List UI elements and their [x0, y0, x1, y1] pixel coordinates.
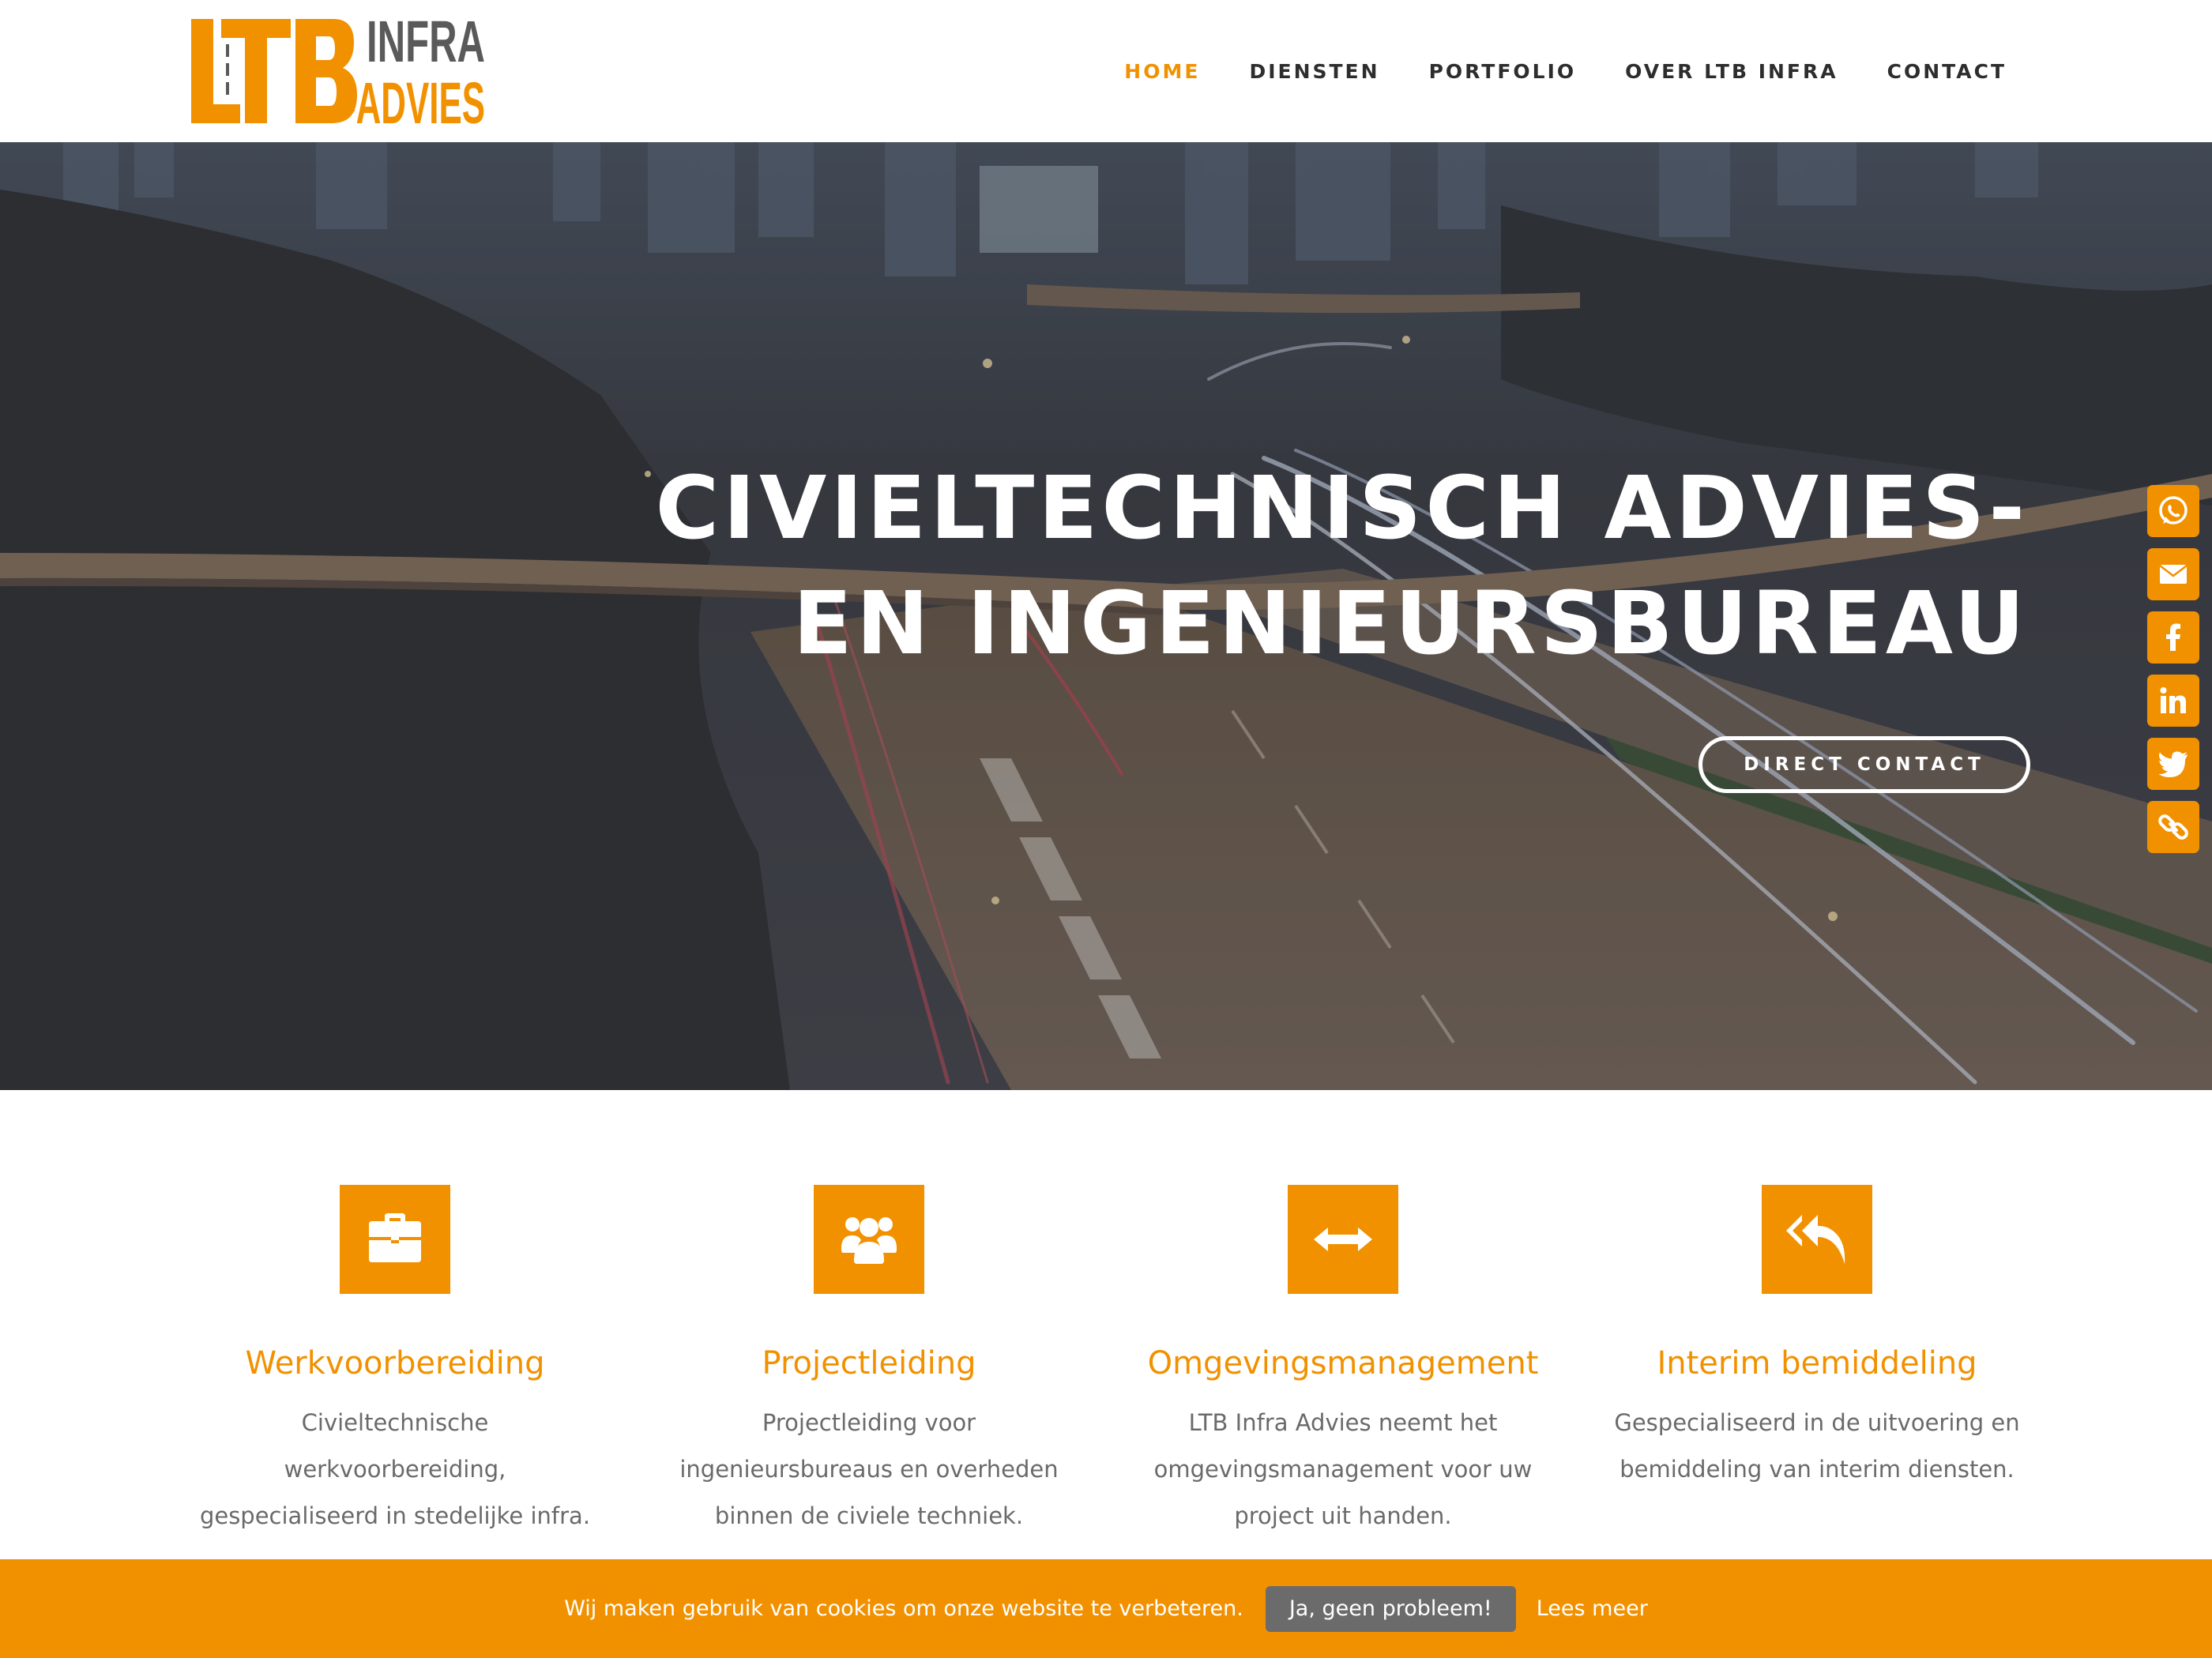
- whatsapp-icon: [2159, 496, 2188, 524]
- service-description-line: werkvoorbereiding,: [284, 1456, 506, 1483]
- link-icon: [2158, 814, 2188, 840]
- service-description-line: project uit handen.: [1234, 1502, 1452, 1529]
- service-description-line: Gespecialiseerd in de uitvoering en: [1614, 1409, 2020, 1436]
- service-description-line: Projectleiding voor: [762, 1409, 976, 1436]
- service-description-line: gespecialiseerd in stedelijke infra.: [199, 1502, 591, 1529]
- nav-over-ltb-infra[interactable]: OVER LTB INFRA: [1625, 60, 1838, 83]
- service-description: Gespecialiseerd in de uitvoering en bemi…: [1612, 1400, 2022, 1493]
- service-description: LTB Infra Advies neemt het omgevingsmana…: [1138, 1400, 1548, 1540]
- hero-heading-line-1: CIVIELTECHNISCH ADVIES-: [655, 457, 2029, 558]
- users-icon: [841, 1217, 897, 1264]
- cookie-consent-bar: Wij maken gebruik van cookies om onze we…: [0, 1559, 2212, 1658]
- nav-diensten[interactable]: DIENSTEN: [1249, 60, 1379, 83]
- email-icon: [2159, 565, 2188, 584]
- reply-all-icon: [1786, 1215, 1845, 1264]
- briefcase-icon: [369, 1213, 421, 1262]
- facebook-icon: [2166, 623, 2180, 651]
- arrows-horizontal-icon: [1314, 1228, 1372, 1251]
- service-projectleiding: Projectleiding Projectleiding voor ingen…: [664, 1185, 1074, 1540]
- linkedin-icon: [2160, 687, 2186, 713]
- social-share-bar: [2147, 485, 2199, 864]
- hero-heading: CIVIELTECHNISCH ADVIES- EN INGENIEURSBUR…: [655, 450, 2029, 681]
- services-section: Werkvoorbereiding Civieltechnische werkv…: [0, 1090, 2212, 1556]
- cookie-message: Wij maken gebruik van cookies om onze we…: [564, 1596, 1243, 1621]
- main-nav: HOME DIENSTEN PORTFOLIO OVER LTB INFRA C…: [1075, 0, 2007, 142]
- cookie-read-more-link[interactable]: Lees meer: [1537, 1596, 1648, 1621]
- logo-infra-text: INFRA: [367, 16, 485, 74]
- service-title: Omgevingsmanagement: [1147, 1345, 1539, 1382]
- service-description: Civieltechnische werkvoorbereiding, gesp…: [190, 1400, 600, 1540]
- site-header: INFRA -ADVIES HOME DIENSTEN PORTFOLIO OV…: [0, 0, 2212, 142]
- ltb-infra-advies-logo[interactable]: INFRA -ADVIES: [190, 16, 490, 126]
- share-facebook-button[interactable]: [2147, 611, 2199, 664]
- logo-advies-text: -ADVIES: [344, 70, 485, 126]
- cookie-accept-button[interactable]: Ja, geen probleem!: [1265, 1585, 1516, 1632]
- service-title: Werkvoorbereiding: [245, 1345, 545, 1382]
- service-description: Projectleiding voor ingenieursbureaus en…: [664, 1400, 1074, 1540]
- nav-contact[interactable]: CONTACT: [1887, 60, 2007, 83]
- service-description-line: LTB Infra Advies neemt het: [1188, 1409, 1498, 1436]
- service-description-line: Civieltechnische: [301, 1409, 489, 1436]
- nav-home[interactable]: HOME: [1124, 60, 1200, 83]
- service-icon-tile: [340, 1185, 450, 1294]
- service-description-line: omgevingsmanagement voor uw: [1153, 1456, 1533, 1483]
- service-icon-tile: [1762, 1185, 1872, 1294]
- share-whatsapp-button[interactable]: [2147, 485, 2199, 537]
- service-interim-bemiddeling: Interim bemiddeling Gespecialiseerd in d…: [1612, 1185, 2022, 1493]
- nav-portfolio[interactable]: PORTFOLIO: [1429, 60, 1577, 83]
- service-icon-tile: [1288, 1185, 1398, 1294]
- twitter-icon: [2158, 751, 2188, 777]
- service-icon-tile: [814, 1185, 924, 1294]
- hero-heading-line-2: EN INGENIEURSBUREAU: [792, 573, 2029, 674]
- service-title: Projectleiding: [762, 1345, 976, 1382]
- service-description-line: bemiddeling van interim diensten.: [1620, 1456, 2014, 1483]
- service-werkvoorbereiding: Werkvoorbereiding Civieltechnische werkv…: [190, 1185, 600, 1540]
- direct-contact-button[interactable]: DIRECT CONTACT: [1698, 736, 2030, 793]
- hero-section: CIVIELTECHNISCH ADVIES- EN INGENIEURSBUR…: [0, 142, 2212, 1090]
- share-linkedin-button[interactable]: [2147, 675, 2199, 727]
- service-omgevingsmanagement: Omgevingsmanagement LTB Infra Advies nee…: [1138, 1185, 1548, 1540]
- service-title: Interim bemiddeling: [1657, 1345, 1977, 1382]
- share-email-button[interactable]: [2147, 548, 2199, 600]
- service-description-line: binnen de civiele techniek.: [714, 1502, 1024, 1529]
- service-description-line: ingenieursbureaus en overheden: [679, 1456, 1059, 1483]
- share-twitter-button[interactable]: [2147, 738, 2199, 790]
- share-copy-link-button[interactable]: [2147, 801, 2199, 853]
